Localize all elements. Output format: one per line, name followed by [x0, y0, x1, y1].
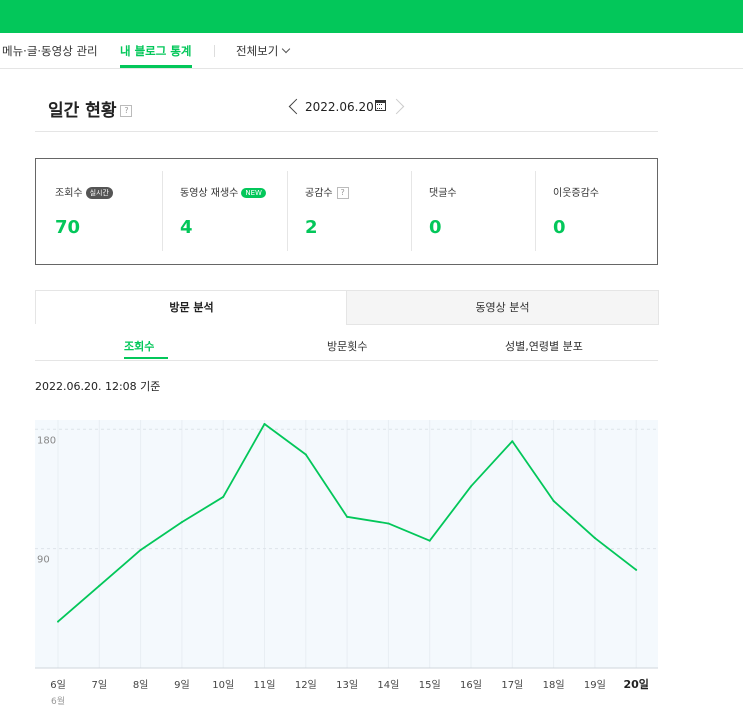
metric-subtabs: 조회수 방문횟수 성별,연령별 분포 [35, 330, 658, 361]
stat-comments-value[interactable]: 0 [429, 217, 442, 238]
tab-video-analysis[interactable]: 동영상 분석 [346, 290, 659, 325]
title-divider [35, 131, 658, 132]
y-tick-label: 180 [37, 435, 56, 446]
stat-neighbors-value[interactable]: 0 [553, 217, 566, 238]
stat-views-value[interactable]: 70 [55, 217, 80, 238]
subtab-active-underline [124, 357, 168, 359]
chevron-down-icon [282, 44, 291, 54]
current-date: 2022.06.20. [305, 100, 378, 114]
stat-likes-label-text: 공감수 [305, 188, 333, 199]
subtab-views[interactable]: 조회수 [124, 338, 154, 354]
tab-visit-analysis[interactable]: 방문 분석 [35, 290, 348, 324]
x-tick-label: 12일 [295, 679, 317, 691]
x-tick-label: 9일 [174, 679, 190, 691]
subtab-demographics[interactable]: 성별,연령별 분포 [505, 338, 583, 354]
nav-view-all-label: 전체보기 [236, 44, 279, 58]
help-icon[interactable]: ? [336, 187, 349, 199]
top-bar [0, 0, 743, 33]
data-point [304, 453, 307, 456]
stat-separator [287, 171, 288, 251]
chevron-right-icon[interactable] [388, 98, 405, 115]
x-tick-label: 18일 [543, 679, 565, 691]
data-point [635, 568, 638, 571]
stat-separator [535, 171, 536, 251]
x-tick-label: 6일 [50, 679, 66, 691]
data-point [57, 620, 59, 623]
x-tick-label: 8일 [133, 679, 149, 691]
realtime-badge: 실시간 [85, 187, 113, 199]
subtab-visits[interactable]: 방문횟수 [327, 338, 367, 354]
plot-background [35, 420, 658, 668]
stat-neighbors-label: 이웃증감수 [553, 188, 599, 199]
views-line-chart: 180 90 6일 7일 8일 9일 10일 11일 12일 13일 14일 15일 16일 17일 18일… [0, 420, 743, 724]
stat-separator [162, 171, 163, 251]
x-tick-label: 19일 [584, 679, 606, 691]
x-tick-label: 10일 [212, 679, 234, 691]
chevron-left-icon[interactable] [288, 98, 305, 115]
daily-stats-panel: 조회수 실시간 70 동영상 재생수 NEW 4 공감수? 2 댓글수 0 이웃증감… [35, 158, 658, 265]
data-point [470, 485, 472, 488]
basis-timestamp: 2022.06.20. 12:08 기준 [35, 380, 161, 393]
nav-manage-link[interactable]: 메뉴·글·동영상 관리 [2, 43, 98, 59]
data-point [346, 515, 349, 518]
new-badge: NEW [241, 188, 266, 198]
stat-video-plays-label: 동영상 재생수 NEW [180, 184, 266, 199]
analysis-tabs: 방문 분석 동영상 분석 [35, 290, 659, 325]
date-navigator: 2022.06.20. [287, 97, 407, 117]
stat-video-plays-value[interactable]: 4 [180, 217, 193, 238]
data-point [222, 495, 225, 498]
stat-views-label: 조회수 실시간 [55, 184, 113, 199]
data-point [428, 539, 431, 542]
x-tick-label: 20일 [623, 677, 648, 691]
help-icon[interactable]: ? [120, 105, 133, 117]
nav-active-underline [120, 65, 192, 68]
x-tick-label: 14일 [377, 679, 399, 691]
x-tick-label: 13일 [336, 679, 358, 691]
x-tick-label: 11일 [254, 679, 276, 691]
blog-nav: 메뉴·글·동영상 관리 내 블로그 통계 전체보기 [0, 33, 743, 69]
stat-separator [411, 171, 412, 251]
x-tick-label: 17일 [501, 679, 523, 691]
data-point [387, 522, 390, 525]
nav-stats-link[interactable]: 내 블로그 통계 [120, 43, 192, 59]
data-point [593, 537, 596, 540]
page-title: 일간 현황? [48, 96, 133, 121]
views-chart-svg: 180 90 6일 7일 8일 9일 10일 11일 12일 13일 14일 15일 16일 17일 18일… [35, 420, 658, 707]
data-point [98, 584, 101, 587]
stat-comments-label: 댓글수 [429, 188, 457, 199]
page-title-text: 일간 현황 [48, 101, 117, 121]
data-point [139, 548, 142, 551]
data-point [552, 499, 555, 502]
nav-divider [214, 45, 215, 57]
x-tick-label: 7일 [92, 679, 108, 691]
x-month-label: 6월 [51, 695, 65, 707]
stat-likes-value[interactable]: 2 [305, 217, 318, 238]
data-point [263, 423, 266, 425]
x-tick-label: 16일 [460, 679, 482, 691]
data-point [180, 521, 183, 524]
stat-likes-label: 공감수? [305, 184, 349, 199]
stat-views-label-text: 조회수 [55, 188, 83, 199]
nav-view-all-dropdown[interactable]: 전체보기 [236, 43, 291, 59]
y-tick-label: 90 [37, 555, 50, 566]
x-tick-label: 15일 [419, 679, 441, 691]
stat-video-plays-label-text: 동영상 재생수 [180, 188, 239, 199]
calendar-icon[interactable] [375, 100, 386, 111]
data-point [511, 440, 514, 443]
